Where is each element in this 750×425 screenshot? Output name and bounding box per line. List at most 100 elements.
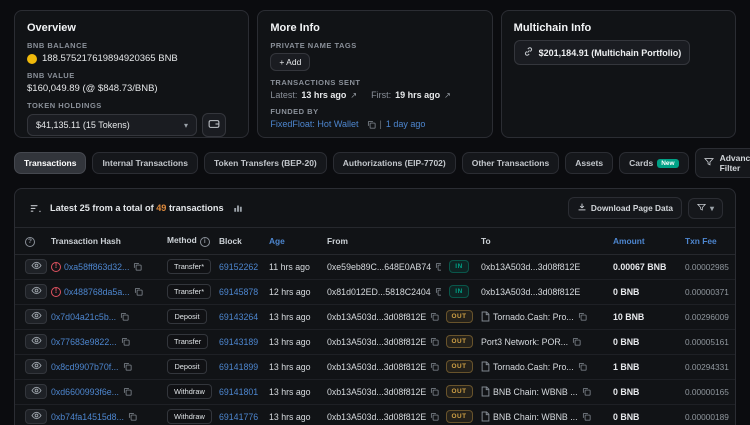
- multichain-portfolio-badge[interactable]: $201,184.91 (Multichain Portfolio): [513, 40, 691, 65]
- wallet-button[interactable]: [202, 113, 226, 137]
- copy-icon[interactable]: [128, 412, 137, 421]
- block-link[interactable]: 69152262: [219, 262, 258, 272]
- tab-assets[interactable]: Assets: [565, 152, 614, 174]
- funded-age-link[interactable]: 1 day ago: [386, 119, 426, 129]
- eye-icon: [30, 409, 42, 424]
- tx-hash-link[interactable]: 0x77683e9822...: [51, 337, 117, 347]
- tx-hash-link[interactable]: 0xd6600993f6e...: [51, 387, 119, 397]
- tx-hash-link[interactable]: 0x7d04a21c5b...: [51, 312, 116, 322]
- from-address[interactable]: 0x81d012ED...5818C2404: [327, 287, 431, 297]
- txn-fee-value: 0.00002985: [681, 254, 735, 280]
- to-address[interactable]: Tornado.Cash: Pro...: [493, 312, 574, 322]
- chain-link-icon: [523, 46, 534, 59]
- direction-badge: OUT: [445, 310, 473, 323]
- copy-icon[interactable]: [123, 387, 132, 396]
- funded-by-link[interactable]: FixedFloat: Hot Wallet: [270, 119, 358, 129]
- tx-hash-link[interactable]: 0xa58ff863d32...: [64, 262, 129, 272]
- copy-icon[interactable]: [134, 287, 143, 296]
- tab-bar: Transactions Internal Transactions Token…: [14, 148, 750, 178]
- col-age-sort[interactable]: Age: [265, 227, 323, 255]
- tab-label: Authorizations (EIP-7702): [342, 158, 446, 168]
- block-link[interactable]: 69141776: [219, 412, 258, 422]
- copy-icon[interactable]: [572, 337, 581, 346]
- copy-icon[interactable]: [435, 262, 441, 271]
- col-amount-sort[interactable]: Amount: [609, 227, 681, 255]
- block-link[interactable]: 69141801: [219, 387, 258, 397]
- from-address[interactable]: 0xb13A503d...3d08f812E: [327, 412, 426, 422]
- eye-button[interactable]: [25, 334, 47, 349]
- help-icon[interactable]: ?: [25, 236, 35, 247]
- eye-button[interactable]: [25, 359, 47, 374]
- tab-other-transactions[interactable]: Other Transactions: [461, 152, 560, 174]
- arrow-up-right-icon[interactable]: ↗: [350, 91, 357, 100]
- to-address[interactable]: BNB Chain: WBNB ...: [493, 412, 578, 422]
- to-address[interactable]: BNB Chain: WBNB ...: [493, 387, 578, 397]
- copy-icon[interactable]: [121, 337, 130, 346]
- block-link[interactable]: 69141899: [219, 362, 258, 372]
- block-link[interactable]: 69143264: [219, 312, 258, 322]
- tab-cards[interactable]: Cards New: [619, 152, 689, 174]
- tx-hash-link[interactable]: 0x488768da5a...: [64, 287, 130, 297]
- chevron-down-icon: ▾: [709, 203, 714, 213]
- copy-icon[interactable]: [582, 412, 591, 421]
- tab-transactions[interactable]: Transactions: [14, 152, 87, 174]
- tab-label: Assets: [575, 158, 604, 168]
- tab-token-transfers[interactable]: Token Transfers (BEP-20): [203, 152, 327, 174]
- table-row: 0x8cd9907b70f... Deposit 69141899 13 hrs…: [15, 354, 735, 380]
- copy-icon[interactable]: [582, 387, 591, 396]
- to-address[interactable]: Port3 Network: POR...: [481, 337, 568, 347]
- from-address[interactable]: 0xb13A503d...3d08f812E: [327, 337, 426, 347]
- copy-icon[interactable]: [430, 412, 439, 421]
- tx-hash-link[interactable]: 0xb74fa14515d8...: [51, 412, 124, 422]
- tab-authorizations[interactable]: Authorizations (EIP-7702): [332, 152, 456, 174]
- from-address[interactable]: 0xb13A503d...3d08f812E: [327, 362, 426, 372]
- tx-hash-link[interactable]: 0x8cd9907b70f...: [51, 362, 119, 372]
- copy-icon[interactable]: [120, 312, 129, 321]
- from-address[interactable]: 0xb13A503d...3d08f812E: [327, 387, 426, 397]
- table-row: 0x7d04a21c5b... Deposit 69143264 13 hrs …: [15, 304, 735, 330]
- copy-icon[interactable]: [578, 362, 587, 371]
- tx-count-link[interactable]: 49: [156, 203, 166, 213]
- summary-cards: Overview BNB BALANCE 188.575217619894920…: [14, 10, 736, 138]
- advanced-filter-button[interactable]: Advanced Filter ▾: [694, 148, 750, 178]
- copy-icon[interactable]: [430, 387, 439, 396]
- advanced-filter-label: Advanced Filter: [719, 153, 750, 173]
- to-address[interactable]: 0xb13A503d...3d08f812E: [481, 262, 580, 272]
- copy-icon[interactable]: [435, 287, 441, 296]
- info-icon[interactable]: i: [199, 236, 210, 247]
- add-tag-button[interactable]: + Add: [270, 53, 311, 71]
- copy-icon[interactable]: [133, 262, 142, 271]
- chart-icon-button[interactable]: [230, 201, 246, 215]
- eye-icon: [30, 359, 42, 374]
- download-page-data-button[interactable]: Download Page Data: [567, 197, 682, 219]
- from-address[interactable]: 0xe59eb89C...648E0AB74: [327, 262, 431, 272]
- copy-icon[interactable]: [430, 312, 439, 321]
- eye-button[interactable]: [25, 284, 47, 299]
- tab-internal-transactions[interactable]: Internal Transactions: [92, 152, 198, 174]
- sort-filter-icon[interactable]: [27, 201, 44, 216]
- token-holdings-select[interactable]: $41,135.11 (15 Tokens) ▾: [27, 114, 197, 136]
- eye-button[interactable]: [25, 259, 47, 274]
- separator: |: [379, 119, 382, 129]
- eye-button[interactable]: [25, 384, 47, 399]
- col-txn-fee-sort[interactable]: Txn Fee: [681, 227, 735, 255]
- from-address[interactable]: 0xb13A503d...3d08f812E: [327, 312, 426, 322]
- copy-icon[interactable]: [367, 120, 376, 129]
- copy-icon[interactable]: [430, 337, 439, 346]
- block-link[interactable]: 69143189: [219, 337, 258, 347]
- block-link[interactable]: 69145878: [219, 287, 258, 297]
- copy-icon[interactable]: [578, 312, 587, 321]
- transactions-sent-line: Latest: 13 hrs ago ↗ First: 19 hrs ago ↗: [270, 90, 479, 100]
- copy-icon[interactable]: [123, 362, 132, 371]
- overview-card: Overview BNB BALANCE 188.575217619894920…: [14, 10, 250, 138]
- age-text: 11 hrs ago: [269, 261, 310, 272]
- copy-icon[interactable]: [430, 362, 439, 371]
- arrow-up-right-icon[interactable]: ↗: [444, 91, 451, 100]
- col-transaction-hash: Transaction Hash: [47, 227, 163, 255]
- eye-button[interactable]: [25, 309, 47, 324]
- bnb-balance-value: 188.575217619894920365 BNB: [42, 53, 178, 64]
- eye-button[interactable]: [25, 409, 47, 424]
- filter-dropdown-button[interactable]: ▾: [687, 197, 723, 219]
- to-address[interactable]: 0xb13A503d...3d08f812E: [481, 287, 580, 297]
- to-address[interactable]: Tornado.Cash: Pro...: [493, 362, 574, 372]
